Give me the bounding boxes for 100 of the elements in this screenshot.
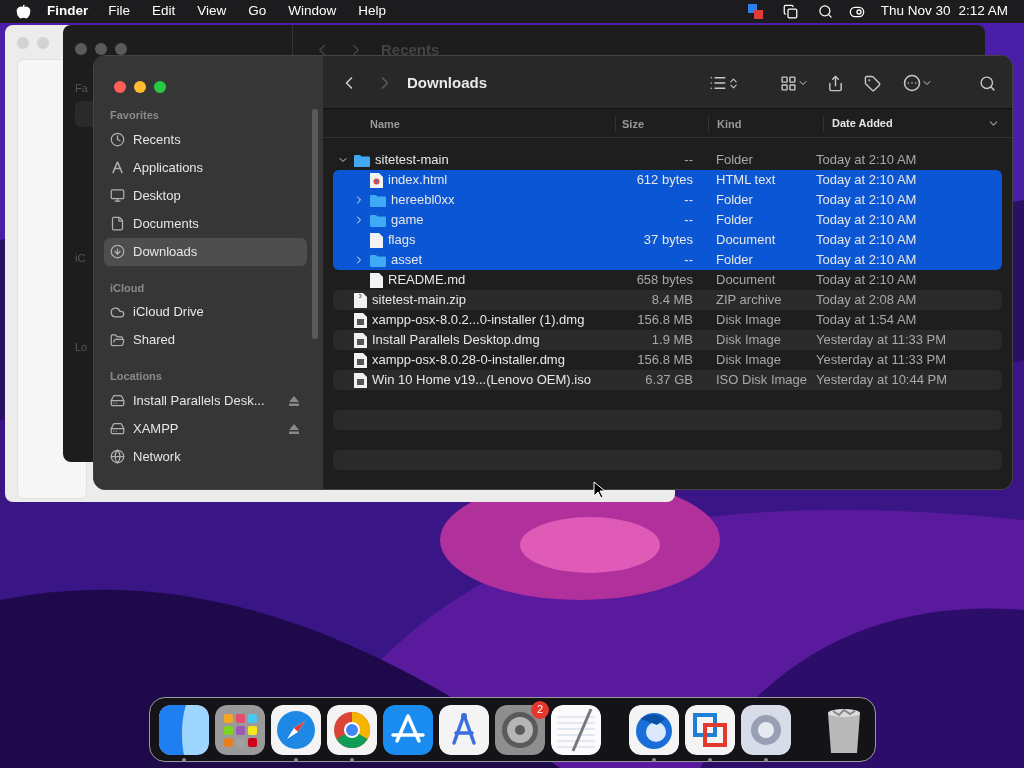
sidebar-item[interactable]: Network [104, 442, 307, 471]
disk-image-icon [354, 372, 367, 388]
notification-badge: 2 [531, 700, 549, 719]
file-row[interactable]: hereebl0xx -- Folder Today at 2:10 AM [333, 190, 1002, 210]
file-size: 37 bytes [642, 231, 693, 250]
share-icon[interactable] [827, 74, 844, 92]
file-name: sitetest-main.zip [372, 291, 466, 310]
file-row[interactable]: README.md 658 bytes Document Today at 2:10 AM [333, 270, 1002, 290]
file-kind: ZIP archive [715, 291, 783, 310]
file-row[interactable]: xampp-osx-8.0.2...0-installer (1).dmg 156.8 MB Disk Image Today at 1:54 AM [333, 310, 1002, 330]
minimize-button[interactable] [134, 81, 146, 93]
apple-icon[interactable] [16, 4, 31, 19]
grid-of-squares-icon[interactable] [215, 704, 265, 755]
file-size: 658 bytes [635, 271, 693, 290]
column-header[interactable]: Date Added [832, 115, 893, 132]
folder-icon [354, 153, 370, 167]
more-icon[interactable] [903, 74, 921, 92]
file-row[interactable]: game -- Folder Today at 2:10 AM [333, 210, 1002, 230]
menu-item[interactable]: Go [248, 1, 267, 22]
file-size: 8.4 MB [650, 291, 693, 310]
file-kind: Folder [715, 151, 754, 170]
menu-item[interactable]: Finder [47, 1, 89, 22]
file-date: Today at 2:10 AM [815, 191, 917, 210]
disk-image-icon [354, 332, 367, 348]
eject-icon[interactable] [289, 423, 299, 434]
sidebar-item[interactable]: Documents [104, 209, 307, 238]
sidebar-heading: Locations [109, 369, 163, 384]
column-header[interactable]: Name [370, 117, 400, 130]
menu-item[interactable]: Help [358, 1, 387, 22]
file-size: 156.8 MB [636, 351, 693, 370]
file-date: Today at 2:10 AM [815, 251, 917, 270]
sidebar-item[interactable]: Downloads [104, 237, 307, 266]
tag-icon[interactable] [864, 74, 881, 92]
menu-bar-time[interactable]: 2:12 AM [958, 1, 1008, 22]
ring-icon[interactable] [327, 704, 377, 755]
sidebar-item[interactable]: iCloud Drive [104, 298, 307, 326]
close-button[interactable] [114, 81, 126, 93]
sidebar-item[interactable]: Shared [104, 326, 307, 354]
file-kind: Disk Image [715, 331, 783, 350]
zip-file-icon [354, 292, 367, 308]
sidebar-item[interactable]: Desktop [104, 181, 307, 210]
sidebar-heading: Fa [75, 81, 88, 96]
column-header[interactable]: Kind [717, 117, 742, 130]
file-row[interactable]: Win 10 Home v19...(Lenovo OEM).iso 6.37 GB ISO Disk Image Yesterday at 10:44 PM [333, 370, 1002, 390]
zoom-button[interactable] [154, 81, 166, 93]
folder-icon [370, 193, 386, 207]
file-name: xampp-osx-8.0.28-0-installer.dmg [372, 351, 565, 370]
file-row[interactable]: sitetest-main -- Folder Today at 2:10 AM [333, 150, 1002, 170]
file-kind: Folder [715, 251, 754, 270]
grid-view-icon[interactable] [780, 74, 797, 92]
column-header[interactable]: Size [622, 117, 644, 130]
up-down-chevron-icon[interactable] [727, 76, 740, 90]
screen-mirroring-icon[interactable] [782, 4, 798, 19]
file-date: Yesterday at 11:33 PM [815, 331, 947, 350]
sidebar-item[interactable]: Applications [104, 153, 307, 182]
file-name: xampp-osx-8.0.2...0-installer (1).dmg [372, 311, 585, 330]
gear-icon[interactable] [741, 704, 791, 755]
file-kind: Folder [715, 211, 754, 230]
triangle-lines-icon[interactable] [383, 704, 433, 755]
file-row[interactable]: index.html 612 bytes HTML text Today at 2:10 AM [333, 170, 1002, 190]
document-icon [370, 172, 383, 188]
file-row[interactable]: sitetest-main.zip 8.4 MB ZIP archive Today at 2:08 AM [333, 290, 1002, 310]
sidebar-item[interactable]: Install Parallels Desk... [104, 386, 307, 415]
search-icon[interactable] [817, 4, 833, 19]
compass-icon[interactable] [271, 704, 321, 755]
file-size: 612 bytes [635, 171, 693, 190]
file-row[interactable]: xampp-osx-8.0.28-0-installer.dmg 156.8 MB Disk Image Yesterday at 11:33 PM [333, 350, 1002, 370]
overlapping-squares-icon[interactable] [685, 704, 735, 755]
sidebar-heading: Favorites [109, 108, 160, 123]
notepad-pen-icon[interactable] [551, 704, 601, 755]
window-title: Downloads [407, 72, 487, 93]
drafting-compass-icon[interactable] [439, 704, 489, 755]
sidebar-item[interactable]: Recents [104, 125, 307, 154]
file-row[interactable]: asset -- Folder Today at 2:10 AM [333, 250, 1002, 270]
menu-item[interactable]: Window [288, 1, 337, 22]
sidebar-item[interactable]: XAMPP [104, 414, 307, 443]
sidebar-label: iCloud Drive [133, 303, 205, 322]
zoom-button[interactable] [115, 43, 127, 55]
search-icon[interactable] [979, 74, 996, 92]
sidebar-heading: iCloud [109, 280, 146, 296]
document-icon [110, 216, 125, 231]
gear-icon[interactable] [495, 704, 545, 755]
two-tone-tile-icon[interactable] [159, 704, 209, 755]
compass-icon [110, 160, 125, 175]
list-view-icon[interactable] [709, 74, 727, 92]
file-row[interactable]: flags 37 bytes Document Today at 2:10 AM [333, 230, 1002, 250]
menu-item[interactable]: File [108, 1, 131, 22]
file-size: -- [683, 251, 693, 270]
file-kind: Document [715, 271, 777, 290]
file-size: 156.8 MB [636, 311, 693, 330]
document-icon [370, 272, 383, 288]
menu-item[interactable]: Edit [152, 1, 176, 22]
file-kind: Document [715, 231, 777, 250]
menu-item[interactable]: View [197, 1, 227, 22]
close-button[interactable] [75, 43, 87, 55]
eject-icon[interactable] [289, 395, 299, 406]
file-kind: ISO Disk Image [715, 371, 808, 390]
file-size: -- [683, 151, 693, 170]
menu-bar-date[interactable]: Thu Nov 30 [880, 1, 951, 22]
file-row[interactable]: Install Parallels Desktop.dmg 1.9 MB Disk Image Yesterday at 11:33 PM [333, 330, 1002, 350]
